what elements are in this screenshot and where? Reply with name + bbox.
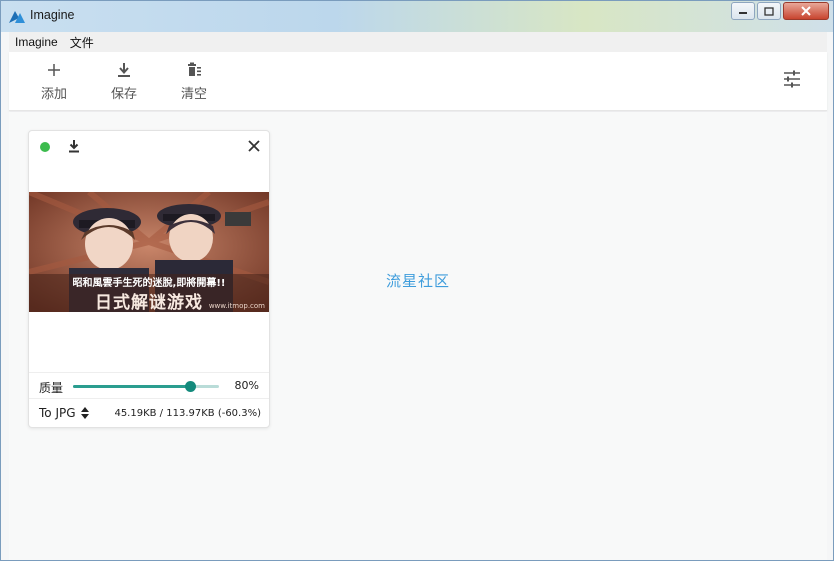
status-dot [40,142,50,152]
minimize-icon [739,12,747,14]
quality-slider-fill [73,385,190,388]
menu-bar: Imagine 文件 [9,32,827,52]
quality-slider-handle[interactable] [184,381,196,392]
title-bar[interactable]: Imagine [1,1,833,32]
download-icon [118,63,130,77]
app-logo-icon [9,11,25,23]
card-download-button[interactable] [67,139,81,153]
clear-button[interactable]: 清空 [171,62,217,106]
watermark-text: 流星社区 [386,272,451,290]
clear-label: 清空 [180,87,207,102]
size-info: 45.19KB / 113.97KB (-60.3%) [114,408,261,419]
save-button[interactable]: 保存 [101,62,147,106]
format-select[interactable]: To JPG [39,406,89,420]
card-close-button[interactable] [247,139,261,153]
window-controls [729,2,829,20]
window-title: Imagine [30,8,75,22]
minimize-button[interactable] [731,2,755,20]
toolbar: 添加 保存 清空 [9,52,827,111]
close-icon [801,6,811,16]
clear-all-icon [188,62,201,76]
format-row: To JPG 45.19KB / 113.97KB (-60.3%) [29,398,269,428]
quality-label: 质量 [39,381,64,395]
close-window-button[interactable] [783,2,829,20]
add-label: 添加 [40,87,67,102]
thumbnail-caption-top: 昭和風雲手生死的迷脫,即將開幕!! [72,278,226,289]
quality-row: 质量 80% [29,372,269,398]
maximize-button[interactable] [757,2,781,20]
image-card: 昭和風雲手生死的迷脫,即將開幕!! 日式解谜游戏 www.itmop.com 质… [28,130,270,428]
restore-icon [764,6,774,16]
settings-sliders-icon[interactable] [783,70,801,88]
image-thumbnail: 昭和風雲手生死的迷脫,即將開幕!! 日式解谜游戏 www.itmop.com [29,192,269,312]
menu-imagine[interactable]: Imagine [9,35,64,49]
save-label: 保存 [110,87,137,102]
format-select-value: To JPG [39,406,76,420]
plus-icon [48,64,60,76]
menu-file[interactable]: 文件 [64,34,100,51]
sort-updown-icon [80,407,89,419]
quality-slider[interactable] [73,381,219,392]
main-area: 昭和風雲手生死的迷脫,即將開幕!! 日式解谜游戏 www.itmop.com 质… [9,112,827,560]
thumbnail-url: www.itmop.com [208,302,265,310]
app-window: Imagine Imagine 文件 添加 保存 清空 昭和風雲手生死的迷脫,即… [0,0,834,561]
quality-value: 80% [234,379,259,392]
add-button[interactable]: 添加 [31,62,77,106]
